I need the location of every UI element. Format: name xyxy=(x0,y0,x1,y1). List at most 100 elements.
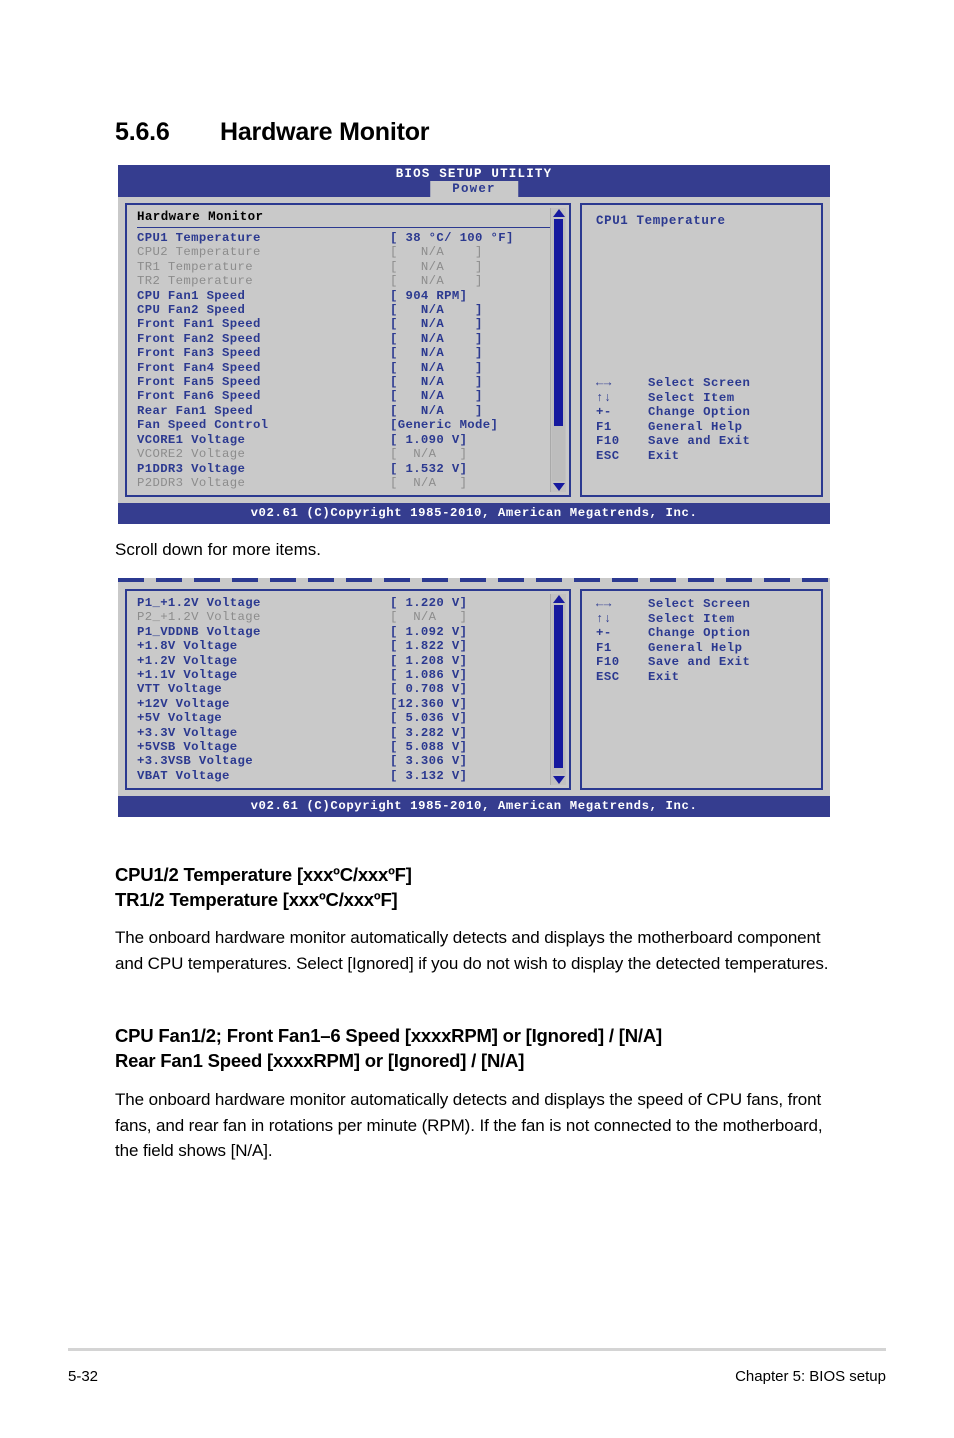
setting-value: [ 1.092 V] xyxy=(390,624,468,639)
key-legend-row: ESC Exit xyxy=(596,449,813,464)
scrollbar-track[interactable] xyxy=(552,219,565,482)
setting-row[interactable]: +3.3VSB Voltage [ 3.306 V] xyxy=(137,754,565,768)
scroll-down-arrow-icon[interactable] xyxy=(552,776,565,785)
setting-value: [ N/A ] xyxy=(390,610,468,625)
key-legend-action: Save and Exit xyxy=(648,655,751,670)
setting-row[interactable]: CPU1 Temperature [ 38 °C/ 100 °F] xyxy=(137,231,565,245)
setting-value: [ 1.822 V] xyxy=(390,639,468,654)
setting-row[interactable]: TR2 Temperature [ N/A ] xyxy=(137,274,565,288)
scroll-down-arrow-icon[interactable] xyxy=(552,483,565,492)
settings-pane: Hardware Monitor CPU1 Temperature [ 38 °C… xyxy=(125,203,571,498)
tab-power[interactable]: Power xyxy=(430,181,518,198)
bios-body: P1_+1.2V Voltage[ 1.220 V] P2_+1.2V Volta… xyxy=(118,589,830,797)
setting-row[interactable]: VCORE2 Voltage [ N/A ] xyxy=(137,447,565,461)
setting-row[interactable]: P1_+1.2V Voltage [ 1.220 V] xyxy=(137,596,565,610)
setting-value: [ N/A ] xyxy=(390,389,483,404)
key-legend-key: +- xyxy=(596,405,612,420)
setting-value: [ N/A ] xyxy=(390,375,483,390)
setting-row[interactable]: Front Fan3 Speed [ N/A ] xyxy=(137,346,565,360)
setting-value: [ N/A ] xyxy=(390,303,483,318)
setting-value: [ 1.532 V] xyxy=(390,461,468,476)
setting-label: +3.3VSB Voltage xyxy=(137,754,253,769)
key-legend-row: ←→ Select Screen xyxy=(596,376,813,391)
setting-label: P1DDR3 Voltage xyxy=(137,461,246,476)
paragraph-temperature: The onboard hardware monitor automatical… xyxy=(115,928,829,973)
setting-row[interactable]: P1DDR3 Voltage [ 1.532 V] xyxy=(137,462,565,476)
setting-label: +5V Voltage xyxy=(137,711,223,726)
footer-divider xyxy=(68,1348,886,1351)
setting-row[interactable]: VBAT Voltage [ 3.132 V] xyxy=(137,769,565,783)
setting-value: [ 1.208 V] xyxy=(390,653,468,668)
key-legend-action: Exit xyxy=(648,448,680,463)
setting-row[interactable]: CPU2 Temperature [ N/A ] xyxy=(137,245,565,259)
setting-label: P2_+1.2V Voltage xyxy=(137,610,261,625)
key-legend-key: F10 xyxy=(596,655,620,670)
setting-row[interactable]: VTT Voltage [ 0.708 V] xyxy=(137,682,565,696)
page-number: 5-32 xyxy=(68,1368,99,1385)
key-legend-action: Select Screen xyxy=(648,597,751,611)
scrollbar-vertical[interactable] xyxy=(550,208,566,493)
group-title: Hardware Monitor xyxy=(137,210,264,224)
setting-row[interactable]: P2DDR3 Voltage [ N/A ] xyxy=(137,476,565,490)
setting-value: [ N/A ] xyxy=(390,360,483,375)
setting-label: Front Fan4 Speed xyxy=(137,360,261,375)
setting-label: VCORE1 Voltage xyxy=(137,432,246,447)
key-legend-row: F1 General Help xyxy=(596,641,813,656)
key-legend-action: General Help xyxy=(648,419,743,434)
setting-row[interactable]: +5VSB Voltage [ 5.088 V] xyxy=(137,740,565,754)
scroll-up-arrow-icon[interactable] xyxy=(552,595,565,603)
key-legend-action: Change Option xyxy=(648,626,751,641)
setting-value: [ 5.088 V] xyxy=(390,740,468,755)
bios-title-bar: BIOS SETUP UTILITY Power xyxy=(118,165,830,198)
setting-row[interactable]: Front Fan2 Speed [ N/A ] xyxy=(137,332,565,346)
setting-label: P1_+1.2V Voltage xyxy=(137,596,261,610)
setting-row[interactable]: TR1 Temperature [ N/A ] xyxy=(137,260,565,274)
bios-body: Hardware Monitor CPU1 Temperature [ 38 °C… xyxy=(118,197,830,504)
setting-row[interactable]: +3.3V Voltage [ 3.282 V] xyxy=(137,726,565,740)
setting-row[interactable]: Front Fan5 Speed [ N/A ] xyxy=(137,375,565,389)
setting-value: [ N/A ] xyxy=(390,403,483,418)
setting-label: VBAT Voltage xyxy=(137,768,230,783)
setting-label: VTT Voltage xyxy=(137,682,223,697)
setting-row[interactable]: +1.8V Voltage [ 1.822 V] xyxy=(137,639,565,653)
subheading-fan-speed: CPU Fan1/2; Front Fan1–6 Speed [xxxxRPM]… xyxy=(115,1023,845,1073)
key-legend-row: F10 Save and Exit xyxy=(596,434,813,449)
setting-row[interactable]: Front Fan6 Speed [ N/A ] xyxy=(137,389,565,403)
scrollbar-track[interactable] xyxy=(552,605,565,775)
key-legend-row: +- Change Option xyxy=(596,626,813,641)
scrollbar-thumb[interactable] xyxy=(554,605,563,768)
chapter-label: Chapter 5: BIOS setup xyxy=(735,1368,886,1385)
scroll-up-arrow-icon[interactable] xyxy=(552,209,565,217)
bios-screenshot-hardware-monitor: BIOS SETUP UTILITY Power Hardware Monito… xyxy=(118,165,830,525)
setting-row[interactable]: P1_VDDNB Voltage [ 1.092 V] xyxy=(137,625,565,639)
setting-value: [ 3.132 V] xyxy=(390,768,468,783)
setting-row[interactable]: P2_+1.2V Voltage [ N/A ] xyxy=(137,610,565,624)
setting-row[interactable]: +1.1V Voltage [ 1.086 V] xyxy=(137,668,565,682)
setting-value: [ N/A ] xyxy=(390,259,483,274)
setting-row[interactable]: Rear Fan1 Speed [ N/A ] xyxy=(137,404,565,418)
setting-row[interactable]: Front Fan1 Speed [ N/A ] xyxy=(137,317,565,331)
setting-row[interactable]: CPU Fan2 Speed [ N/A ] xyxy=(137,303,565,317)
setting-label: +12V Voltage xyxy=(137,696,230,711)
setting-label: CPU Fan1 Speed xyxy=(137,288,246,303)
setting-label: TR1 Temperature xyxy=(137,259,253,274)
key-legend-action: Select Item xyxy=(648,390,735,405)
setting-label: +3.3V Voltage xyxy=(137,725,238,740)
setting-row[interactable]: Front Fan4 Speed [ N/A ] xyxy=(137,361,565,375)
scrollbar-vertical[interactable] xyxy=(550,594,566,786)
help-pane: CPU1 Temperature ←→ Select Screen ↑↓ Select… xyxy=(580,203,823,498)
setting-label: TR2 Temperature xyxy=(137,274,253,289)
setting-row[interactable]: CPU Fan1 Speed [ 904 RPM] xyxy=(137,289,565,303)
setting-row[interactable]: +1.2V Voltage [ 1.208 V] xyxy=(137,654,565,668)
setting-label: P1_VDDNB Voltage xyxy=(137,624,261,639)
setting-row[interactable]: VCORE1 Voltage [ 1.090 V] xyxy=(137,433,565,447)
key-legend-action: Change Option xyxy=(648,405,751,420)
setting-row[interactable]: +5V Voltage [ 5.036 V] xyxy=(137,711,565,725)
key-legend-key: ←→ xyxy=(596,597,612,611)
scrollbar-thumb[interactable] xyxy=(554,219,563,427)
setting-row[interactable]: Fan Speed Control [Generic Mode] xyxy=(137,418,565,432)
setting-value: [ 1.220 V] xyxy=(390,596,468,610)
setting-value: [Generic Mode] xyxy=(390,418,499,433)
setting-value: [ 3.306 V] xyxy=(390,754,468,769)
setting-row[interactable]: +12V Voltage [12.360 V] xyxy=(137,697,565,711)
